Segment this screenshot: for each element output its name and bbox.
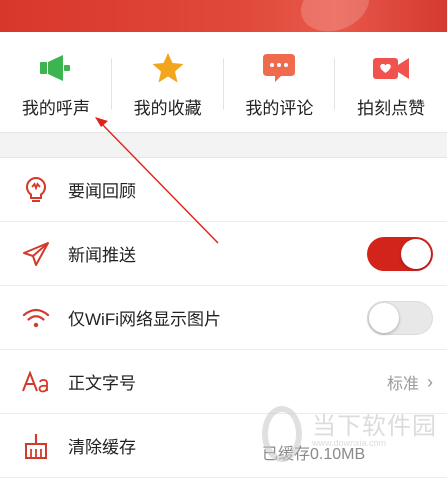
broom-icon: [22, 432, 50, 460]
settings-row-news-push: 新闻推送: [0, 222, 447, 286]
settings-label: 清除缓存: [68, 438, 136, 457]
snap-like-label: 拍刻点赞: [357, 99, 426, 118]
section-divider: [0, 132, 447, 158]
news-push-toggle[interactable]: [367, 237, 433, 271]
font-size-icon: [22, 368, 50, 396]
wifi-icon: [22, 304, 50, 332]
my-favorites-label: 我的收藏: [133, 99, 202, 118]
video-camera-icon: [371, 50, 411, 86]
settings-label: 仅WiFi网络显示图片: [68, 310, 221, 329]
my-favorites-button[interactable]: 我的收藏: [112, 32, 224, 132]
settings-row-news-review[interactable]: 要闻回顾: [0, 158, 447, 222]
quick-actions-bar: 我的呼声 我的收藏 我的评论 拍刻点赞: [0, 32, 447, 132]
cache-size-value: 已缓存0.10MB: [262, 446, 366, 463]
settings-row-wifi-images: 仅WiFi网络显示图片: [0, 286, 447, 350]
my-comments-button[interactable]: 我的评论: [224, 32, 336, 132]
font-size-value: 标准: [386, 376, 419, 393]
snap-like-button[interactable]: 拍刻点赞: [335, 32, 447, 132]
settings-list: 要闻回顾 新闻推送 仅WiFi网络显示图片 正文字号 标准 › 清除缓存: [0, 158, 447, 478]
settings-row-clear-cache[interactable]: 清除缓存: [0, 414, 447, 478]
star-icon: [148, 50, 188, 86]
settings-label: 要闻回顾: [68, 182, 136, 201]
top-banner: [0, 0, 447, 32]
my-comments-label: 我的评论: [245, 99, 314, 118]
settings-label: 新闻推送: [68, 246, 136, 265]
chevron-right-icon: ›: [427, 371, 433, 392]
wifi-images-toggle[interactable]: [367, 301, 433, 335]
settings-row-font-size[interactable]: 正文字号 标准 ›: [0, 350, 447, 414]
lightbulb-icon: [22, 176, 50, 204]
my-voice-button[interactable]: 我的呼声: [0, 32, 112, 132]
my-voice-label: 我的呼声: [21, 99, 90, 118]
send-icon: [22, 240, 50, 268]
comment-icon: [259, 50, 299, 86]
settings-label: 正文字号: [68, 374, 136, 393]
megaphone-icon: [36, 50, 76, 86]
